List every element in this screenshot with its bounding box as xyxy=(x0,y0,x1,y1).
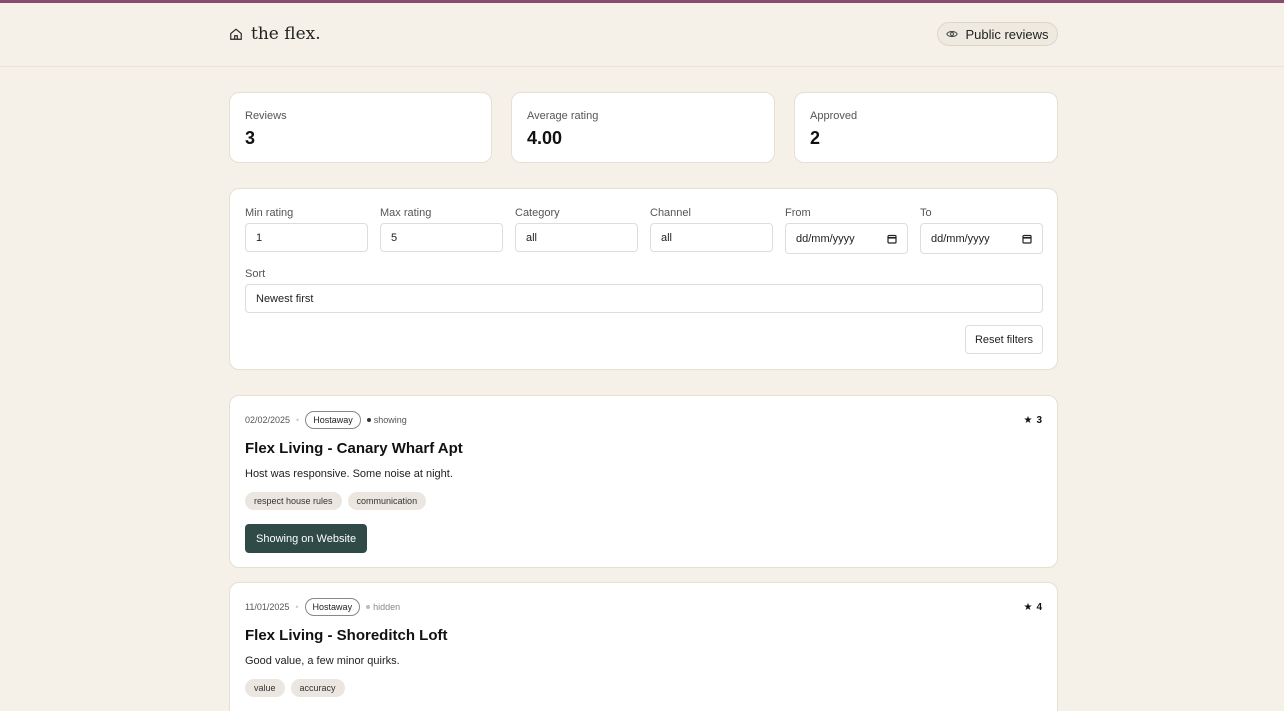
tag: accuracy xyxy=(290,679,345,697)
from-date-input[interactable]: dd/mm/yyyy xyxy=(785,223,908,254)
separator-dot: • xyxy=(296,415,300,425)
channel-select[interactable]: all xyxy=(650,223,773,252)
star-icon: ★ xyxy=(1023,415,1033,426)
public-reviews-button[interactable]: Public reviews xyxy=(937,22,1058,46)
review-card: 02/02/2025 • Hostaway showing ★ 3 Flex L… xyxy=(229,395,1058,568)
review-date: 02/02/2025 xyxy=(245,415,291,425)
calendar-icon[interactable] xyxy=(887,234,897,244)
review-meta: 02/02/2025 • Hostaway showing xyxy=(245,411,407,429)
review-title: Flex Living - Shoreditch Loft xyxy=(245,627,448,644)
reset-filters-button[interactable]: Reset filters xyxy=(965,325,1043,354)
review-text: Host was responsive. Some noise at night… xyxy=(245,468,453,480)
min-rating-value: 1 xyxy=(256,231,263,244)
category-value: all xyxy=(526,231,538,244)
stat-card-reviews: Reviews 3 xyxy=(229,92,492,163)
separator-dot: • xyxy=(295,602,299,612)
public-reviews-label: Public reviews xyxy=(965,26,1049,42)
max-rating-value: 5 xyxy=(391,231,398,244)
status-indicator: hidden xyxy=(366,602,400,612)
to-date-placeholder: dd/mm/yyyy xyxy=(931,232,990,245)
to-date-input[interactable]: dd/mm/yyyy xyxy=(920,223,1043,254)
tag: value xyxy=(245,679,285,697)
showing-on-website-button[interactable]: Showing on Website xyxy=(245,524,368,553)
stat-value: 3 xyxy=(245,128,256,148)
status-text: showing xyxy=(373,415,407,425)
channel-value: all xyxy=(661,231,673,244)
review-rating: ★ 4 xyxy=(1023,602,1042,613)
stat-label: Average rating xyxy=(527,110,599,122)
review-date: 11/01/2025 xyxy=(245,602,290,612)
stat-value: 4.00 xyxy=(527,128,563,148)
channel-badge: Hostaway xyxy=(305,411,361,429)
channel-label: Channel xyxy=(650,207,691,219)
from-date-placeholder: dd/mm/yyyy xyxy=(796,232,855,245)
min-rating-input[interactable]: 1 xyxy=(245,223,368,252)
to-date-label: To xyxy=(920,207,932,219)
from-date-label: From xyxy=(785,207,811,219)
channel-badge: Hostaway xyxy=(304,598,361,616)
review-text: Good value, a few minor quirks. xyxy=(245,655,400,667)
status-dot-icon xyxy=(366,605,371,609)
sort-value: Newest first xyxy=(256,292,314,305)
status-dot-icon xyxy=(366,418,371,422)
rating-value: 4 xyxy=(1036,602,1042,613)
stat-card-approved: Approved 2 xyxy=(794,92,1058,163)
max-rating-label: Max rating xyxy=(380,207,432,219)
max-rating-input[interactable]: 5 xyxy=(380,223,503,252)
category-select[interactable]: all xyxy=(515,223,638,252)
status-text: hidden xyxy=(373,602,401,612)
min-rating-label: Min rating xyxy=(245,207,294,219)
stat-label: Reviews xyxy=(245,110,287,122)
review-rating: ★ 3 xyxy=(1023,415,1042,426)
review-tags: value accuracy xyxy=(245,679,345,697)
calendar-icon[interactable] xyxy=(1022,234,1032,244)
rating-value: 3 xyxy=(1036,415,1042,426)
star-icon: ★ xyxy=(1023,602,1033,613)
stat-label: Approved xyxy=(810,110,858,122)
tag: communication xyxy=(347,492,427,510)
stat-value: 2 xyxy=(810,128,821,148)
status-indicator: showing xyxy=(366,415,407,425)
review-title: Flex Living - Canary Wharf Apt xyxy=(245,440,463,457)
sort-select[interactable]: Newest first xyxy=(245,284,1043,313)
stat-card-average-rating: Average rating 4.00 xyxy=(511,92,775,163)
home-icon xyxy=(230,28,242,40)
tag: respect house rules xyxy=(245,492,342,510)
app-header: the flex. Public reviews xyxy=(0,3,1284,67)
brand-name: the flex. xyxy=(251,24,321,44)
eye-icon xyxy=(946,30,959,38)
brand-logo[interactable]: the flex. xyxy=(229,24,321,44)
review-meta: 11/01/2025 • Hostaway hidden xyxy=(245,598,400,616)
review-card: 11/01/2025 • Hostaway hidden ★ 4 Flex Li… xyxy=(229,582,1058,711)
filters-panel: Min rating 1 Max rating 5 Category all C… xyxy=(229,188,1058,370)
review-tags: respect house rules communication xyxy=(245,492,427,510)
category-label: Category xyxy=(515,207,560,219)
sort-label: Sort xyxy=(245,268,266,280)
